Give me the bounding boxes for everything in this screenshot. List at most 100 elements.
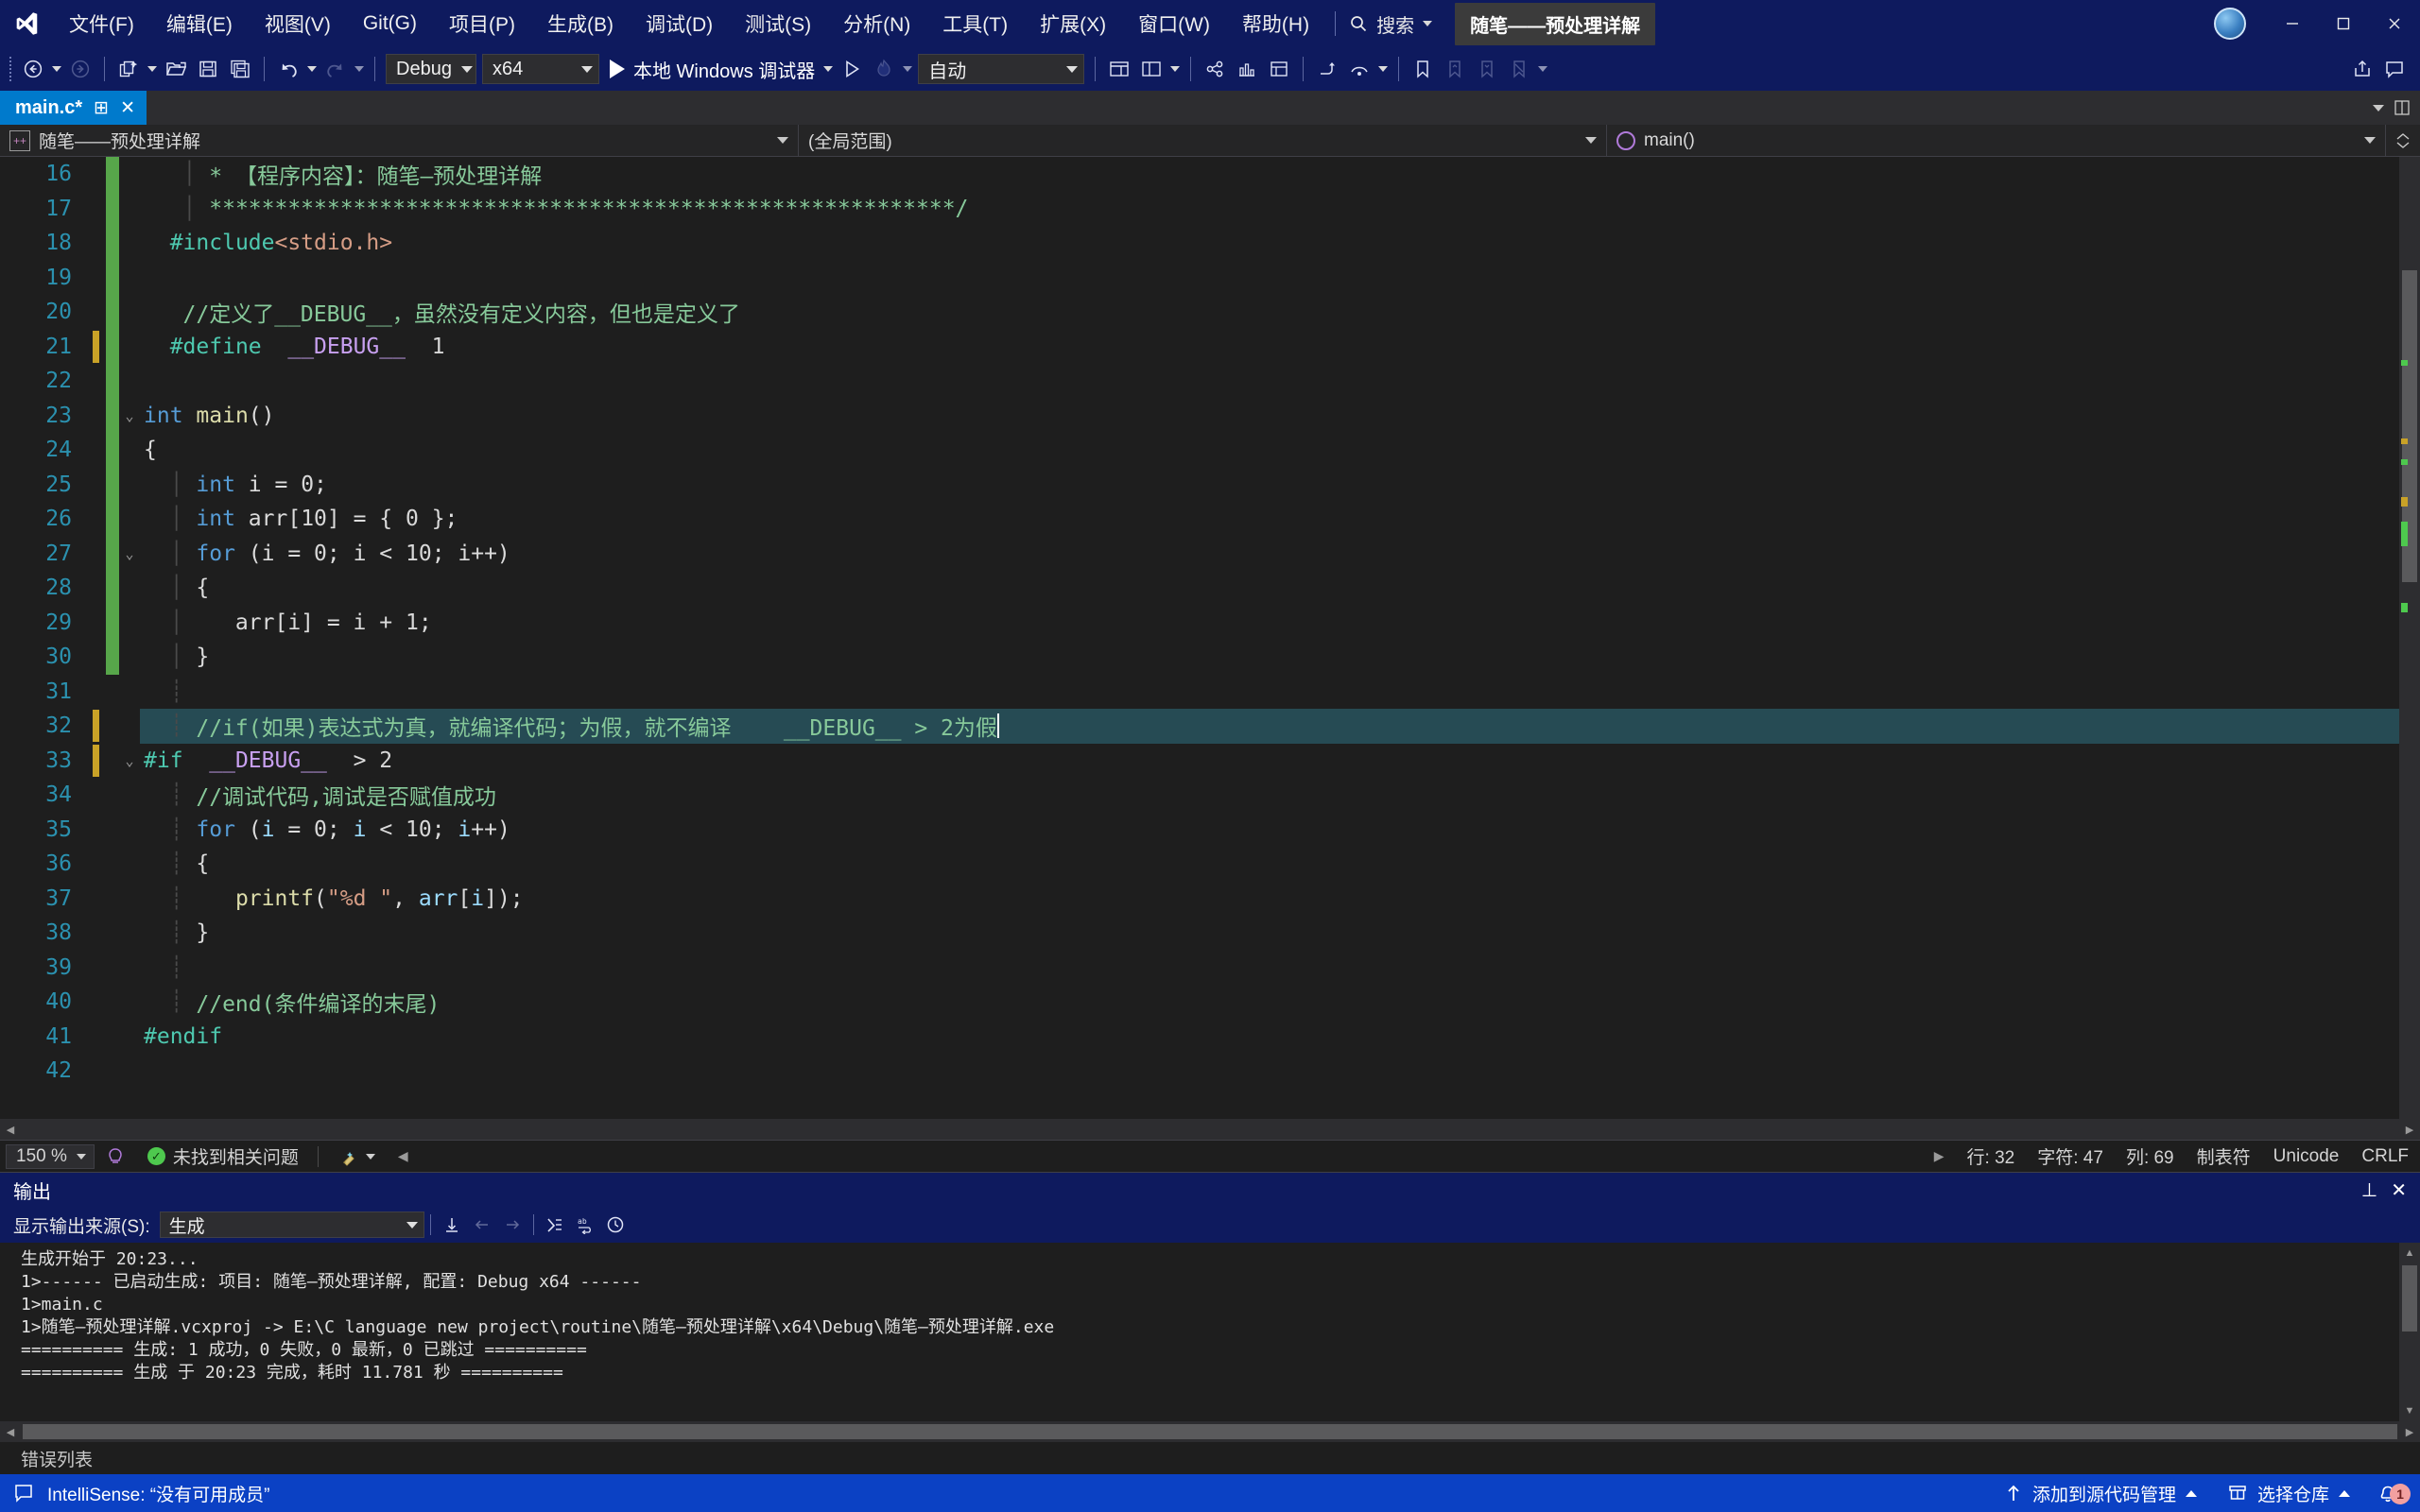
save-button[interactable] <box>192 53 224 85</box>
code-line[interactable]: 32 ┊ //if(如果)表达式为真，就编译代码；为假，就不编译 __DEBUG… <box>0 709 2399 744</box>
breakpoint-gutter[interactable] <box>85 502 106 537</box>
window-layout-dropdown[interactable] <box>1167 53 1183 85</box>
code-line[interactable]: 39 ┊ <box>0 951 2399 986</box>
navigate-forward-button[interactable] <box>64 53 96 85</box>
code-line[interactable]: 21 #define __DEBUG__ 1 <box>0 329 2399 365</box>
start-without-debugging-button[interactable] <box>836 53 868 85</box>
step-over-button[interactable] <box>1343 53 1375 85</box>
breakpoint-gutter[interactable] <box>85 295 106 330</box>
zoom-level-combo[interactable]: 150 % <box>6 1143 95 1169</box>
breakpoint-gutter[interactable] <box>85 847 106 882</box>
breakpoint-gutter[interactable] <box>85 813 106 848</box>
scroll-left-arrow[interactable]: ◀ <box>0 1119 21 1140</box>
code-line[interactable]: 17 │ ***********************************… <box>0 191 2399 227</box>
menu-test[interactable]: 测试(S) <box>729 0 827 47</box>
intellicode-icon[interactable] <box>95 1141 136 1173</box>
editor-horizontal-scrollbar[interactable]: ◀ ▶ <box>0 1119 2420 1140</box>
output-scrollbar-thumb[interactable] <box>2402 1265 2417 1332</box>
expand-editor-icon[interactable] <box>2394 131 2412 150</box>
breakpoint-gutter[interactable] <box>85 744 106 779</box>
breakpoint-gutter[interactable] <box>85 192 106 227</box>
code-line[interactable]: 35 ┊ for (i = 0; i < 10; i ++) <box>0 813 2399 848</box>
code-line[interactable]: 41 #endif <box>0 1020 2399 1055</box>
breakpoint-gutter[interactable] <box>85 951 106 986</box>
code-text[interactable]: #define __DEBUG__ 1 <box>140 330 2399 365</box>
code-text[interactable]: #include <stdio.h> <box>140 226 2399 261</box>
live-share-button[interactable] <box>1199 53 1231 85</box>
code-line[interactable]: 27 ⌄ │ for (i = 0; i < 10; i++) <box>0 536 2399 572</box>
next-bookmark-button[interactable] <box>1471 53 1503 85</box>
code-text[interactable]: ┊ //end(条件编译的末尾) <box>140 985 2399 1020</box>
close-icon[interactable]: ✕ <box>2391 1178 2407 1202</box>
navigate-backward-dropdown[interactable] <box>49 53 64 85</box>
code-cleanup-button[interactable] <box>326 1141 387 1173</box>
menu-view[interactable]: 视图(V) <box>249 0 347 47</box>
code-line[interactable]: 20 //定义了__DEBUG__，虽然没有定义内容，但也是定义了 <box>0 295 2399 330</box>
code-line[interactable]: 28 │ { <box>0 571 2399 606</box>
toggle-word-wrap-button[interactable]: ab <box>570 1211 600 1239</box>
code-text[interactable]: │ * 【程序内容】：随笔—预处理详解 <box>140 157 2399 192</box>
breakpoint-gutter[interactable] <box>85 571 106 606</box>
clear-bookmarks-button[interactable] <box>1503 53 1535 85</box>
next-message-button[interactable] <box>497 1211 527 1239</box>
output-scroll-right-arrow[interactable]: ▶ <box>2399 1421 2420 1442</box>
problems-status[interactable]: ✓ 未找到相关问题 <box>136 1141 310 1173</box>
solution-platform-combo[interactable]: x64 <box>482 54 599 84</box>
code-line[interactable]: 29 │ arr[i] = i + 1; <box>0 605 2399 641</box>
split-view-icon[interactable] <box>2394 99 2411 116</box>
new-item-dropdown[interactable] <box>145 53 160 85</box>
code-text[interactable] <box>140 261 2399 296</box>
menu-project[interactable]: 项目(P) <box>433 0 531 47</box>
code-text[interactable]: ┊ printf("%d ", arr[i]); <box>140 882 2399 917</box>
code-text[interactable]: │ arr[i] = i + 1; <box>140 606 2399 641</box>
code-line[interactable]: 31 ┊ <box>0 675 2399 710</box>
previous-bookmark-button[interactable] <box>1439 53 1471 85</box>
fold-toggle[interactable]: ⌄ <box>119 752 140 769</box>
breakpoint-gutter[interactable] <box>85 1020 106 1055</box>
code-text[interactable]: ┊ //if(如果)表达式为真，就编译代码；为假，就不编译 __DEBUG__ … <box>140 709 2399 744</box>
breakpoint-gutter[interactable] <box>85 399 106 434</box>
menu-analyze[interactable]: 分析(N) <box>827 0 926 47</box>
breakpoint-gutter[interactable] <box>85 882 106 917</box>
breakpoint-gutter[interactable] <box>85 537 106 572</box>
code-line[interactable]: 26 │ int arr[10] = { 0 }; <box>0 502 2399 537</box>
code-text-area[interactable]: 16 │ * 【程序内容】：随笔—预处理详解 17 │ *************… <box>0 157 2399 1119</box>
menu-edit[interactable]: 编辑(E) <box>150 0 249 47</box>
step-out-button[interactable] <box>1311 53 1343 85</box>
previous-message-button[interactable] <box>467 1211 497 1239</box>
menu-window[interactable]: 窗口(W) <box>1122 0 1226 47</box>
breakpoint-gutter[interactable] <box>85 675 106 710</box>
window-maximize-button[interactable] <box>2318 0 2369 47</box>
menu-git[interactable]: Git(G) <box>347 0 433 47</box>
new-item-button[interactable] <box>112 53 145 85</box>
code-text[interactable]: { <box>140 433 2399 468</box>
show-timestamps-button[interactable] <box>600 1211 631 1239</box>
scope-selector[interactable]: (全局范围) <box>799 124 1607 157</box>
code-line[interactable]: 22 <box>0 364 2399 399</box>
project-selector[interactable]: ++ 随笔——预处理详解 <box>0 124 799 157</box>
save-all-button[interactable] <box>224 53 256 85</box>
feedback-button[interactable] <box>2378 53 2411 85</box>
menu-build[interactable]: 生成(B) <box>531 0 630 47</box>
notifications-button[interactable]: 1 <box>2365 1480 2420 1506</box>
tab-main-c[interactable]: main.c* ⊞ ✕ <box>0 91 147 125</box>
share-button[interactable] <box>2346 53 2378 85</box>
hot-reload-button[interactable] <box>868 53 900 85</box>
code-text[interactable]: #endif <box>140 1020 2399 1055</box>
redo-dropdown[interactable] <box>352 53 367 85</box>
menu-tools[interactable]: 工具(T) <box>926 0 1024 47</box>
code-text[interactable] <box>140 1054 2399 1089</box>
code-text[interactable]: ┊ { <box>140 847 2399 882</box>
code-line[interactable]: 33 ⌄ #if __DEBUG__ > 2 <box>0 744 2399 779</box>
bookmark-button[interactable] <box>1407 53 1439 85</box>
scroll-up-arrow[interactable]: ▲ <box>2399 1243 2420 1263</box>
code-line[interactable]: 40 ┊ //end(条件编译的末尾) <box>0 985 2399 1020</box>
step-dropdown[interactable] <box>1375 53 1391 85</box>
window-layout-button[interactable] <box>1103 53 1135 85</box>
breakpoint-gutter[interactable] <box>85 985 106 1020</box>
code-text[interactable]: int main() <box>140 399 2399 434</box>
code-text[interactable]: │ **************************************… <box>140 192 2399 227</box>
process-combo[interactable]: 自动 <box>918 54 1085 84</box>
start-debugging-dropdown[interactable] <box>821 53 836 85</box>
output-scroll-left-arrow[interactable]: ◀ <box>0 1421 21 1442</box>
